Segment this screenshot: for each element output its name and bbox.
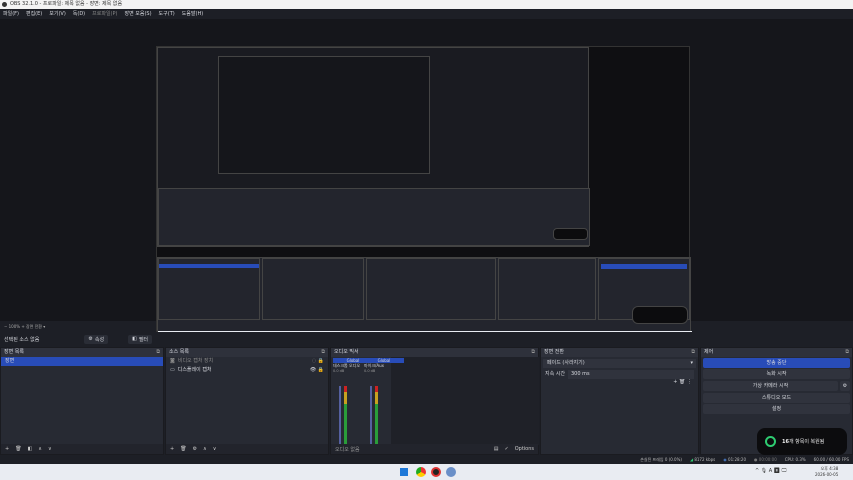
- obs-taskbar-icon[interactable]: [431, 467, 441, 477]
- channel-db: 0.0 dB: [364, 369, 376, 373]
- add-icon[interactable]: +: [170, 446, 174, 452]
- controls-title: 제어: [704, 349, 714, 355]
- preview-area[interactable]: [0, 19, 853, 342]
- volume-meter: [375, 386, 378, 446]
- system-tray-icons[interactable]: ^ 🎙 A ⏸ 🖵: [755, 468, 786, 474]
- mixer-footer: 오디오 없음: [335, 446, 360, 453]
- menu-file[interactable]: 파일(F): [3, 9, 19, 19]
- status-bar: 손실된 프레임 0 (0.0%) ◢ 8172 kbps ◉ 01:28:20 …: [0, 455, 853, 464]
- window-title: OBS 32.1.0 - 프로파일: 제목 없음 - 장면: 제목 없음: [10, 1, 123, 7]
- advanced-audio-icon[interactable]: ▤: [494, 446, 499, 452]
- cpu-usage: CPU: 0.3%: [784, 457, 806, 462]
- no-source-selected-label: 선택된 소스 없음: [4, 336, 40, 343]
- options-button[interactable]: Options: [515, 446, 534, 452]
- transition-buttons[interactable]: + 🗑 ⋮: [541, 379, 698, 385]
- windows-start-icon[interactable]: [400, 468, 408, 476]
- audio-mixer-dock: 오디오 믹서⧉ Global 데스크톱 오디오 0.0 dB 🔊 Global …: [330, 347, 539, 455]
- scenes-dock: 장면 목록 ⧉ 장면 + 🗑 ◧ ∧ ∨: [0, 347, 164, 455]
- stream-time: ◉ 01:28:20: [723, 457, 746, 462]
- transitions-title: 장면 전환: [544, 349, 564, 355]
- down-icon[interactable]: ∨: [48, 446, 52, 452]
- visibility-lock-icons[interactable]: ◌ 🔒: [312, 357, 324, 366]
- scene-item[interactable]: 장면: [1, 357, 163, 366]
- volume-slider[interactable]: [370, 386, 372, 446]
- undock-icon[interactable]: ⧉: [531, 348, 535, 357]
- stop-streaming-button[interactable]: 방송 중단: [703, 358, 850, 368]
- start-recording-button[interactable]: 녹화 시작: [703, 369, 850, 379]
- title-bar: OBS 32.1.0 - 프로파일: 제목 없음 - 장면: 제목 없음: [0, 0, 853, 9]
- restore-icon: [765, 436, 776, 447]
- settings-app-icon[interactable]: [446, 467, 456, 477]
- undock-icon[interactable]: ⧉: [691, 348, 695, 357]
- filters-button[interactable]: ◧ 필터: [128, 334, 153, 344]
- up-icon[interactable]: ∧: [38, 446, 42, 452]
- menu-bar: 파일(F) 편집(E) 보기(V) 독(D) 프로파일(P) 장면 모음(S) …: [0, 9, 853, 19]
- filter-icon: ◧: [132, 336, 137, 342]
- settings-button[interactable]: 설정: [703, 404, 850, 414]
- start-virtual-camera-button[interactable]: 가상 카메라 시작: [703, 381, 838, 391]
- mixer-title: 오디오 믹서: [334, 349, 359, 355]
- bitrate: ◢ 8172 kbps: [689, 457, 716, 462]
- fps: 60.00 / 60.00 FPS: [813, 457, 849, 462]
- duration-input[interactable]: 300 ms: [568, 370, 694, 379]
- visibility-lock-icons[interactable]: 👁 🔒: [310, 366, 324, 375]
- toast-text: 개 항목이 복원됨: [788, 439, 825, 445]
- monitor-icon: ▭: [170, 367, 175, 373]
- trash-icon[interactable]: 🗑: [15, 446, 21, 452]
- volume-slider[interactable]: [339, 386, 341, 446]
- sources-dock: 소스 목록 ⧉ ◙ 비디오 캡처 장치 ◌ 🔒 ▭ 디스플레이 캡처 👁 🔒 + 🗑 ⚙ ∧ ∨: [165, 347, 329, 455]
- taskbar: ^ 🎙 A ⏸ 🖵 오후 4:38 2026-00-05: [0, 464, 853, 480]
- menu-profile[interactable]: 프로파일(P): [92, 9, 117, 19]
- transitions-dock: 장면 전환 ⧉ 페이드 (사라지기) ▾ 지속 시간 300 ms + 🗑 ⋮: [540, 347, 699, 455]
- stream-icon: ◉: [723, 457, 727, 462]
- signal-icon: ◢: [689, 457, 694, 462]
- chevron-down-icon: ▾: [690, 360, 693, 366]
- menu-edit[interactable]: 편집(E): [26, 9, 42, 19]
- menu-help[interactable]: 도움말(H): [182, 9, 203, 19]
- down-icon[interactable]: ∨: [213, 446, 217, 452]
- preview-zoom-row[interactable]: − 100% + 장면 전환 ▾: [0, 322, 853, 331]
- menu-docks[interactable]: 독(D): [73, 9, 85, 19]
- obs-logo-icon: [2, 2, 7, 7]
- source-toolbar: 선택된 소스 없음 ⚙ 속성 ◧ 필터: [0, 332, 853, 346]
- camera-icon: ◙: [170, 358, 175, 364]
- menu-tools[interactable]: 도구(T): [159, 9, 175, 19]
- duration-row: 지속 시간 300 ms: [541, 370, 698, 379]
- trash-icon[interactable]: 🗑: [180, 446, 186, 452]
- undock-icon[interactable]: ⧉: [321, 348, 325, 357]
- undock-icon[interactable]: ⧉: [156, 348, 160, 357]
- chrome-icon[interactable]: [416, 467, 426, 477]
- gear-icon[interactable]: ⚙: [193, 446, 197, 452]
- preview-canvas[interactable]: [156, 46, 692, 342]
- volume-meter: [344, 386, 347, 446]
- scenes-title: 장면 목록: [4, 349, 24, 355]
- dropped-frames: 손실된 프레임 0 (0.0%): [640, 457, 682, 462]
- source-item[interactable]: ▭ 디스플레이 캡처 👁 🔒: [166, 366, 328, 375]
- notification-toast[interactable]: 16개 항목이 복원됨: [757, 428, 847, 455]
- studio-mode-button[interactable]: 스튜디오 모드: [703, 393, 850, 403]
- add-icon[interactable]: +: [5, 446, 9, 452]
- properties-button[interactable]: ⚙ 속성: [84, 334, 109, 344]
- menu-view[interactable]: 보기(V): [49, 9, 66, 19]
- rec-time: ● 00:00:00: [754, 457, 777, 462]
- gear-icon: ⚙: [88, 336, 93, 342]
- nested-capture: [157, 47, 590, 247]
- source-item[interactable]: ◙ 비디오 캡처 장치 ◌ 🔒: [166, 357, 328, 366]
- undock-icon[interactable]: ⧉: [845, 348, 849, 357]
- filter-icon[interactable]: ◧: [28, 446, 33, 452]
- sources-title: 소스 목록: [169, 349, 189, 355]
- clock[interactable]: 오후 4:38 2026-00-05: [815, 466, 838, 477]
- check-icon[interactable]: ✓: [505, 446, 509, 452]
- toast-count: 16: [782, 439, 789, 445]
- menu-scene-collection[interactable]: 장면 모음(S): [124, 9, 151, 19]
- up-icon[interactable]: ∧: [203, 446, 207, 452]
- gear-icon[interactable]: ⚙: [840, 381, 850, 391]
- mixer-channel-mic: Global 마이크/Aux 0.0 dB 🔊: [364, 358, 404, 454]
- record-icon: ●: [754, 457, 758, 462]
- transition-select[interactable]: 페이드 (사라지기) ▾: [543, 359, 696, 368]
